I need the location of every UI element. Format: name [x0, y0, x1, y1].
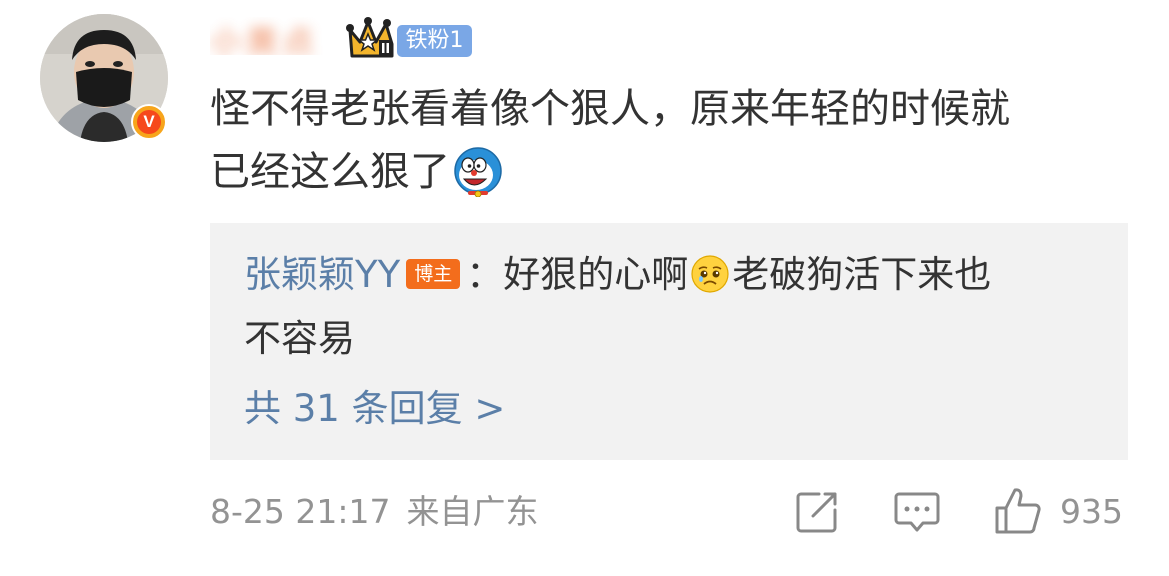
- reply-line-2: 不容易: [244, 317, 355, 360]
- doraemon-emoji: [454, 147, 502, 197]
- comment-text-line-1: 怪不得老张看着像个狠人，原来年轻的时候就: [210, 86, 1010, 132]
- reply-preview-box[interactable]: 张颖颖YY 博主 ：好狠的心啊 老破狗活下来也 不容易 共 31 条回复 >: [210, 223, 1128, 460]
- comment-location: 来自广东: [406, 492, 539, 531]
- view-all-replies-link[interactable]: 共 31 条回复 >: [244, 385, 505, 433]
- reply-line-1: 张颖颖YY 博主 ：好狠的心啊 老破狗活下来也: [244, 251, 991, 299]
- crown-level-icon: [346, 17, 394, 58]
- comment-timestamp: 8-25 21:17: [210, 492, 391, 531]
- verified-v-icon: V: [131, 104, 167, 140]
- reply-text-before-emoji: ：好狠的心啊: [466, 253, 689, 296]
- share-icon[interactable]: [795, 490, 839, 534]
- blogger-badge: 博主: [406, 258, 461, 289]
- like-icon[interactable]: [993, 486, 1043, 534]
- username[interactable]: 小黄点: [210, 17, 338, 55]
- sad-face-emoji: [691, 254, 729, 293]
- like-count: 935: [1060, 492, 1123, 531]
- comment-icon[interactable]: [893, 490, 941, 534]
- fan-level-badge: 铁粉1: [397, 25, 472, 57]
- comment-text-line-2-text: 已经这么狠了: [210, 149, 450, 195]
- comment-meta: 8-25 21:17 来自广东: [210, 490, 539, 534]
- reply-text-after-emoji: 老破狗活下来也: [732, 253, 992, 296]
- comment-text-line-2: 已经这么狠了: [210, 147, 504, 197]
- reply-author-link[interactable]: 张颖颖YY: [244, 253, 400, 296]
